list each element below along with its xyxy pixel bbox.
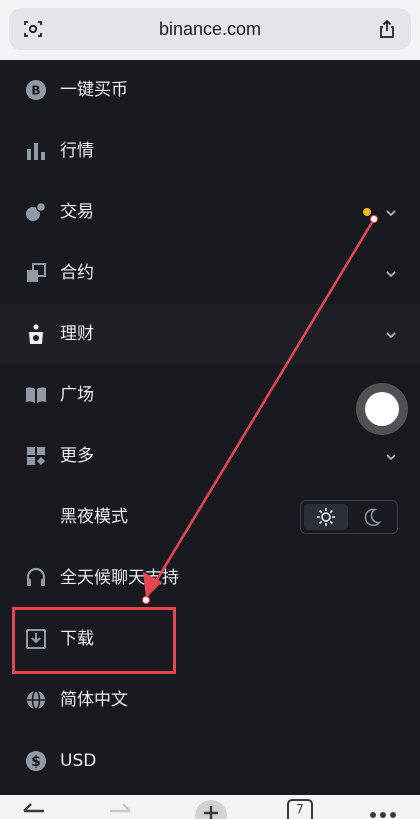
- light-mode-option[interactable]: [304, 504, 348, 530]
- bar-chart-icon: [27, 143, 45, 160]
- side-menu: B 一键买币 行情 交易 合约 理财 广场 更多 黑夜模式 全天候聊天支持 下载…: [0, 60, 420, 795]
- menu-label: USD: [60, 751, 97, 771]
- menu-label: 理财: [60, 324, 94, 344]
- dollar-icon: $: [26, 751, 46, 771]
- browser-bottom-toolbar: 7: [0, 795, 420, 819]
- tabs-count-button[interactable]: 7: [287, 799, 313, 819]
- menu-item-buy-crypto[interactable]: B 一键买币: [0, 60, 420, 121]
- menu-item-dark-mode: 黑夜模式: [0, 487, 420, 548]
- notification-dot: [363, 208, 371, 216]
- futures-icon: [27, 263, 46, 282]
- menu-label: 广场: [60, 385, 94, 405]
- dark-mode-option[interactable]: [350, 504, 394, 530]
- menu-label: 黑夜模式: [60, 507, 128, 527]
- menu-label: 更多: [60, 446, 94, 466]
- new-tab-icon[interactable]: [194, 799, 228, 819]
- chevron-down-icon[interactable]: [384, 267, 398, 281]
- chevron-down-icon[interactable]: [384, 328, 398, 342]
- menu-item-trade[interactable]: 交易: [0, 182, 420, 243]
- assistive-touch-inner: [365, 392, 399, 426]
- book-icon: [26, 387, 46, 403]
- menu-item-currency[interactable]: $ USD: [0, 731, 420, 792]
- forward-arrow-icon[interactable]: [108, 799, 134, 819]
- moon-icon: [364, 508, 382, 527]
- assistive-touch-button[interactable]: [356, 383, 408, 435]
- menu-label: 简体中文: [60, 690, 128, 710]
- menu-item-markets[interactable]: 行情: [0, 121, 420, 182]
- earn-icon: [29, 324, 43, 344]
- chevron-down-icon[interactable]: [384, 450, 398, 464]
- bitcoin-coin-icon: B: [26, 80, 46, 100]
- sun-icon: [317, 508, 335, 526]
- menu-label: 行情: [60, 141, 94, 161]
- theme-toggle[interactable]: [300, 500, 398, 534]
- more-dots-icon[interactable]: [368, 799, 398, 819]
- menu-label: 合约: [60, 263, 94, 283]
- svg-text:$: $: [31, 754, 41, 770]
- svg-text:B: B: [31, 84, 40, 98]
- menu-label: 一键买币: [60, 80, 128, 100]
- menu-label: 全天候聊天支持: [60, 568, 179, 588]
- menu-item-language[interactable]: 简体中文: [0, 670, 420, 731]
- globe-icon: [27, 690, 45, 710]
- headset-icon: [26, 567, 46, 586]
- menu-label: 交易: [60, 202, 94, 222]
- menu-item-earn[interactable]: 理财: [0, 304, 420, 365]
- menu-item-more[interactable]: 更多: [0, 426, 420, 487]
- annotation-highlight-box: [12, 607, 176, 674]
- browser-top-bar: binance.com: [0, 0, 420, 60]
- share-icon[interactable]: [377, 19, 397, 39]
- trade-coins-icon: [26, 201, 47, 221]
- menu-item-support[interactable]: 全天候聊天支持: [0, 548, 420, 609]
- chevron-down-icon[interactable]: [384, 206, 398, 220]
- url-text[interactable]: binance.com: [9, 8, 411, 50]
- menu-item-futures[interactable]: 合约: [0, 243, 420, 304]
- grid-more-icon: [27, 447, 45, 465]
- address-bar[interactable]: binance.com: [9, 8, 411, 50]
- back-arrow-icon[interactable]: [20, 799, 46, 819]
